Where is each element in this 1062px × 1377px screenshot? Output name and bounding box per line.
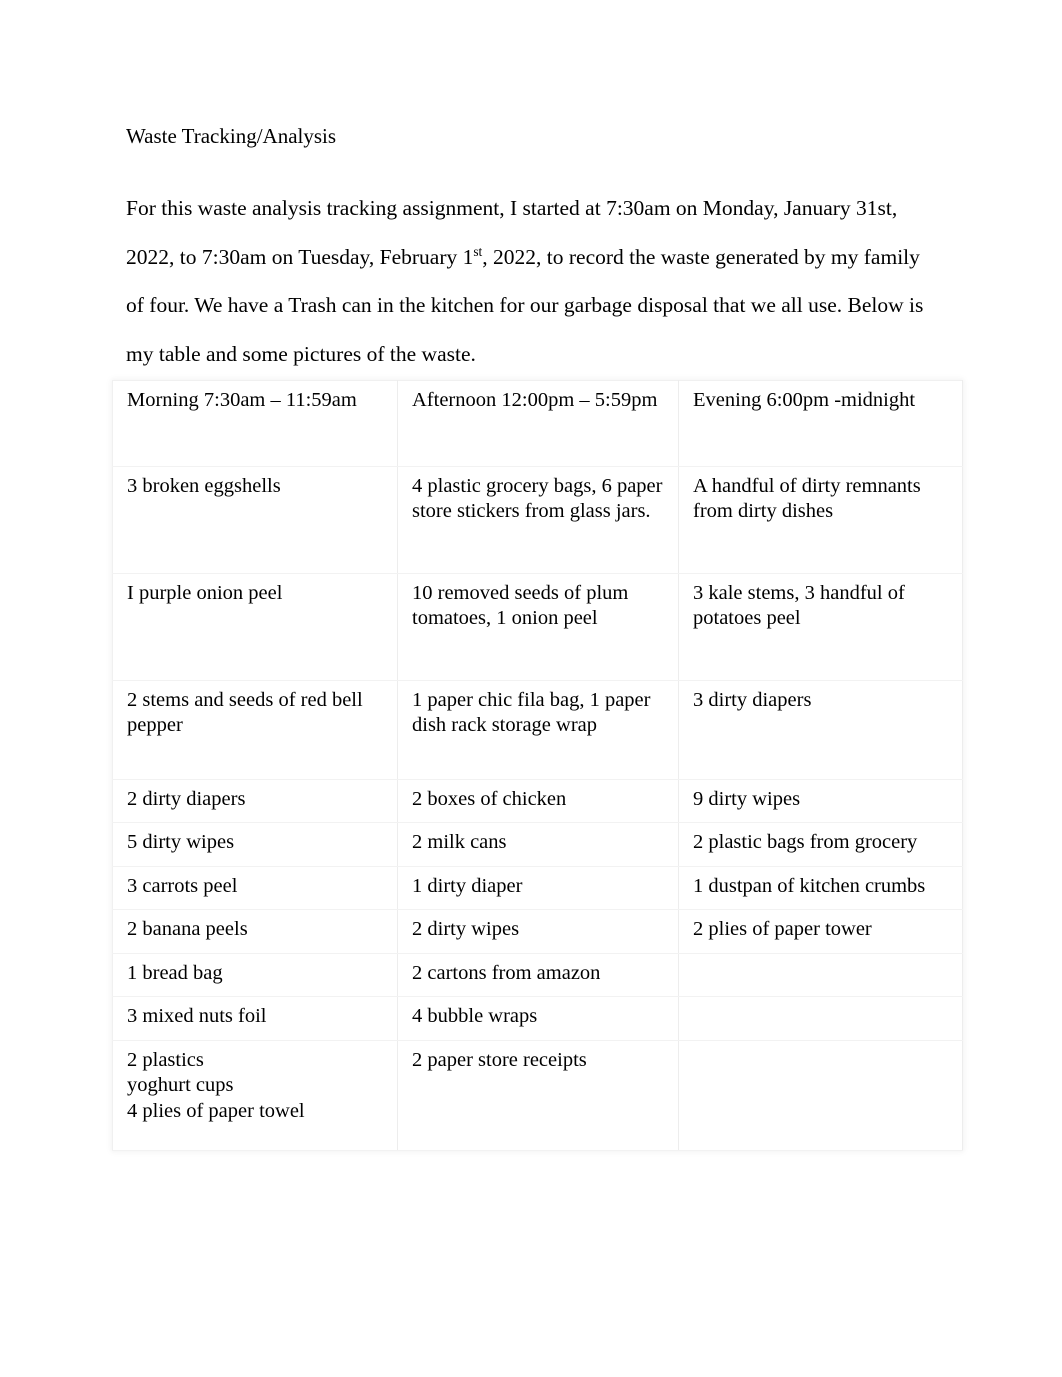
table-row: 3 carrots peel 1 dirty diaper 1 dustpan of… xyxy=(112,865,963,910)
waste-table-container: Morning 7:30am – 11:59am Afternoon 12:00… xyxy=(112,380,963,1151)
table-row: 1 bread bag 2 cartons from amazon xyxy=(112,952,963,997)
table-row: 2 dirty diapers 2 boxes of chicken 9 dirty… xyxy=(112,778,963,823)
evening-cell: 3 kale stems, 3 handful of potatoes peel xyxy=(678,572,963,681)
morning-cell: 3 carrots peel xyxy=(112,865,398,910)
afternoon-cell: 2 milk cans xyxy=(397,822,679,867)
waste-tracking-table: Morning 7:30am – 11:59am Afternoon 12:00… xyxy=(112,380,963,1151)
table-row: 2 stems and seeds of red bell pepper 1 pa… xyxy=(112,679,963,780)
evening-cell: 2 plies of paper tower xyxy=(678,909,963,954)
table-row: 2 banana peels 2 dirty wipes 2 plies of pa… xyxy=(112,909,963,954)
column-header-morning: Morning 7:30am – 11:59am xyxy=(112,380,398,467)
document-page: Waste Tracking/Analysis For this waste a… xyxy=(0,0,1062,1377)
intro-paragraph: For this waste analysis tracking assignm… xyxy=(126,184,936,378)
cell-line: 4 plies of paper towel xyxy=(127,1099,305,1122)
table-body: 3 broken eggshells 4 plastic grocery bags… xyxy=(112,465,963,1151)
table-row: I purple onion peel 10 removed seeds of p… xyxy=(112,572,963,681)
afternoon-cell: 2 paper store receipts xyxy=(397,1039,679,1151)
ordinal-superscript: st xyxy=(473,243,483,259)
morning-cell: 2 dirty diapers xyxy=(112,778,398,823)
evening-cell: 1 dustpan of kitchen crumbs xyxy=(678,865,963,910)
evening-cell: 2 plastic bags from grocery xyxy=(678,822,963,867)
column-header-evening: Evening 6:00pm -midnight xyxy=(678,380,963,467)
afternoon-cell: 10 removed seeds of plum tomatoes, 1 oni… xyxy=(397,572,679,681)
evening-cell: A handful of dirty remnants from dirty d… xyxy=(678,465,963,574)
morning-cell: 2 plastics yoghurt cups 4 plies of paper t… xyxy=(112,1039,398,1151)
table-row: 2 plastics yoghurt cups 4 plies of paper t… xyxy=(112,1039,963,1151)
column-header-afternoon: Afternoon 12:00pm – 5:59pm xyxy=(397,380,679,467)
morning-cell: 2 stems and seeds of red bell pepper xyxy=(112,679,398,780)
morning-cell: 3 broken eggshells xyxy=(112,465,398,574)
table-header-row: Morning 7:30am – 11:59am Afternoon 12:00… xyxy=(112,380,963,467)
table-row: 5 dirty wipes 2 milk cans 2 plastic bags f… xyxy=(112,822,963,867)
evening-cell xyxy=(678,1039,963,1151)
afternoon-cell: 2 dirty wipes xyxy=(397,909,679,954)
morning-cell: I purple onion peel xyxy=(112,572,398,681)
afternoon-cell: 2 boxes of chicken xyxy=(397,778,679,823)
afternoon-cell: 4 plastic grocery bags, 6 paper store st… xyxy=(397,465,679,574)
table-row: 3 broken eggshells 4 plastic grocery bags… xyxy=(112,465,963,574)
morning-cell: 3 mixed nuts foil xyxy=(112,996,398,1041)
afternoon-cell: 1 paper chic fila bag, 1 paper dish rack… xyxy=(397,679,679,780)
afternoon-cell: 4 bubble wraps xyxy=(397,996,679,1041)
evening-cell xyxy=(678,996,963,1041)
cell-line: 2 plastics xyxy=(127,1048,204,1071)
afternoon-cell: 1 dirty diaper xyxy=(397,865,679,910)
page-title: Waste Tracking/Analysis xyxy=(126,124,337,148)
afternoon-cell: 2 cartons from amazon xyxy=(397,952,679,997)
morning-cell: 2 banana peels xyxy=(112,909,398,954)
morning-cell: 1 bread bag xyxy=(112,952,398,997)
table-row: 3 mixed nuts foil 4 bubble wraps xyxy=(112,996,963,1041)
morning-cell: 5 dirty wipes xyxy=(112,822,398,867)
cell-line: yoghurt cups xyxy=(127,1074,234,1096)
evening-cell xyxy=(678,952,963,997)
evening-cell: 3 dirty diapers xyxy=(678,679,963,780)
document-text-block: Waste Tracking/Analysis For this waste a… xyxy=(126,122,936,378)
evening-cell: 9 dirty wipes xyxy=(678,778,963,823)
